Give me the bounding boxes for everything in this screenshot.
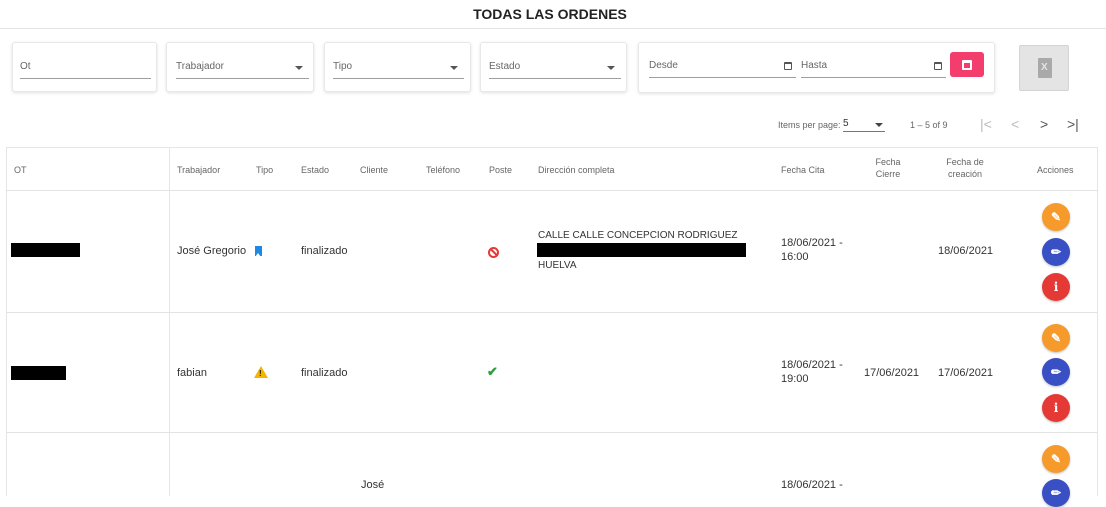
header-estado[interactable]: Estado <box>301 164 329 176</box>
export-excel-button[interactable]: X <box>1019 45 1069 91</box>
fecha-cita-date: 18/06/2021 - <box>781 359 843 371</box>
title-divider <box>0 28 1106 29</box>
info-button[interactable]: i <box>1042 394 1070 422</box>
cliente-cell: José <box>361 479 385 491</box>
header-poste[interactable]: Poste <box>489 164 512 176</box>
calendar-icon[interactable] <box>934 62 942 70</box>
desde-placeholder: Desde <box>649 60 678 71</box>
fecha-cita-cell: 18/06/2021 - 16:00 <box>781 236 843 264</box>
header-telefono[interactable]: Teléfono <box>426 164 460 176</box>
estado-cell: finalizado <box>301 245 348 257</box>
row-divider <box>6 432 1098 433</box>
page-size-value: 5 <box>843 118 849 129</box>
estado-cell: finalizado <box>301 367 348 379</box>
fecha-cita-time: 16:00 <box>781 251 809 263</box>
estado-select[interactable]: Estado <box>489 57 621 79</box>
ot-input[interactable]: Ot <box>20 57 151 79</box>
clear-dates-button[interactable] <box>950 52 984 77</box>
header-fecha-cierre[interactable]: Fecha Cierre <box>860 156 916 180</box>
header-tipo[interactable]: Tipo <box>256 164 273 176</box>
fecha-cita-cell: 18/06/2021 - 19:00 <box>781 358 843 386</box>
chevron-down-icon <box>450 66 458 70</box>
next-page-button[interactable]: > <box>1040 116 1048 132</box>
items-per-page-label: Items per page: <box>778 120 841 130</box>
page-size-select[interactable]: 5 <box>843 118 885 132</box>
block-icon <box>488 247 499 258</box>
chevron-down-icon <box>295 66 303 70</box>
header-fecha-creacion-line1: Fecha de <box>946 157 984 167</box>
header-trabajador[interactable]: Trabajador <box>177 164 220 176</box>
edit-document-button[interactable]: ✎ <box>1042 445 1070 473</box>
hasta-placeholder: Hasta <box>801 60 828 71</box>
check-icon: ✔ <box>487 364 498 379</box>
calendar-icon[interactable] <box>784 62 792 70</box>
edit-button[interactable]: ✏ <box>1042 479 1070 507</box>
tipo-placeholder: Tipo <box>333 61 353 72</box>
tipo-select[interactable]: Tipo <box>333 57 464 79</box>
fecha-cita-time: 19:00 <box>781 373 809 385</box>
bookmark-icon <box>255 246 262 257</box>
excel-file-icon: X <box>1038 58 1052 78</box>
info-button[interactable]: i <box>1042 273 1070 301</box>
redacted-ot <box>11 243 80 257</box>
previous-page-button[interactable]: < <box>1011 116 1019 132</box>
header-acciones: Acciones <box>1037 165 1074 175</box>
redacted-address <box>537 243 746 257</box>
trabajador-select[interactable]: Trabajador <box>176 57 309 79</box>
estado-placeholder: Estado <box>489 61 521 72</box>
chevron-down-icon <box>875 123 883 127</box>
header-cliente[interactable]: Cliente <box>360 164 388 176</box>
trabajador-placeholder: Trabajador <box>176 61 224 72</box>
fecha-creacion-cell: 17/06/2021 <box>938 367 994 379</box>
row-divider <box>6 312 1098 313</box>
header-fecha-cierre-line2: Cierre <box>875 169 901 179</box>
chevron-down-icon <box>607 66 615 70</box>
page-range-label: 1 – 5 of 9 <box>910 120 948 130</box>
direccion-line1: CALLE CALLE CONCEPCION RODRIGUEZ <box>538 230 738 241</box>
first-page-button[interactable]: |< <box>980 116 992 132</box>
header-fecha-cierre-line1: Fecha <box>875 157 901 167</box>
header-ot[interactable]: OT <box>14 164 27 176</box>
fecha-creacion-cell: 18/06/2021 <box>938 245 994 257</box>
tipo-filter-card: Tipo <box>324 42 471 92</box>
estado-filter-card: Estado <box>480 42 627 92</box>
direccion-line3: HUELVA <box>538 260 577 271</box>
warning-icon: ! <box>254 366 268 378</box>
header-fecha-cita[interactable]: Fecha Cita <box>781 164 825 176</box>
trabajador-cell: José Gregorio <box>177 245 247 257</box>
fecha-cierre-cell: 17/06/2021 <box>864 367 920 379</box>
redacted-ot <box>11 366 66 380</box>
trabajador-cell: fabian <box>177 367 207 379</box>
calendar-remove-icon <box>962 60 972 70</box>
edit-button[interactable]: ✏ <box>1042 358 1070 386</box>
hasta-input[interactable]: Hasta <box>801 56 946 78</box>
trabajador-filter-card: Trabajador <box>166 42 314 92</box>
fecha-cita-date: 18/06/2021 - <box>781 237 843 249</box>
last-page-button[interactable]: >| <box>1067 116 1079 132</box>
edit-document-button[interactable]: ✎ <box>1042 203 1070 231</box>
edit-document-button[interactable]: ✎ <box>1042 324 1070 352</box>
ot-placeholder: Ot <box>20 61 31 72</box>
header-direccion[interactable]: Dirección completa <box>538 164 615 176</box>
date-range-filter-card: Desde Hasta <box>638 42 995 93</box>
ot-filter-card: Ot <box>12 42 157 92</box>
header-fecha-creacion-line2: creación <box>947 169 983 179</box>
header-divider <box>6 190 1098 191</box>
header-fecha-creacion[interactable]: Fecha de creación <box>935 156 995 180</box>
desde-input[interactable]: Desde <box>649 56 796 78</box>
column-divider <box>169 148 170 496</box>
edit-button[interactable]: ✏ <box>1042 238 1070 266</box>
fecha-cita-cell: 18/06/2021 - <box>781 479 843 491</box>
page-title: TODAS LAS ORDENES <box>473 6 627 22</box>
